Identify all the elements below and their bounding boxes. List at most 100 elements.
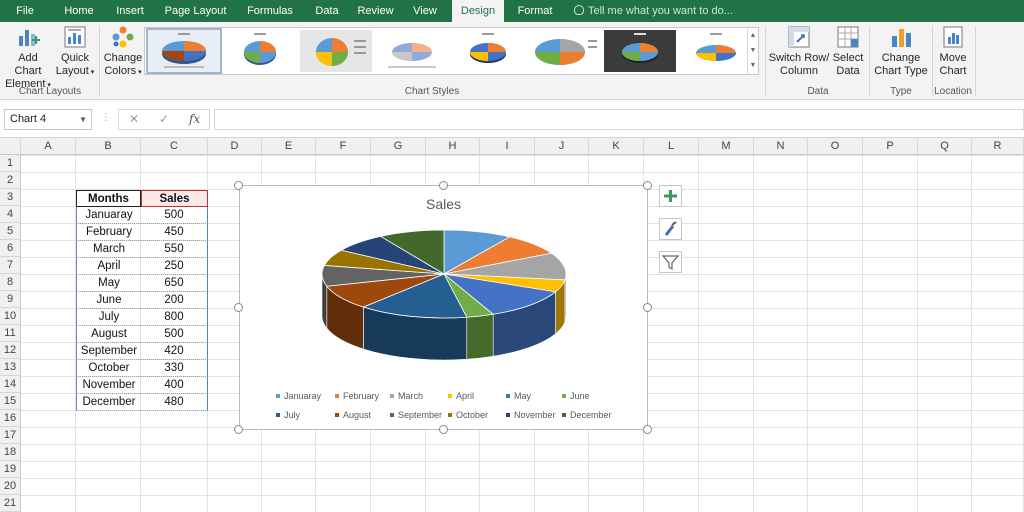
tab-format[interactable]: Format — [506, 0, 564, 22]
column-header-p[interactable]: P — [863, 138, 918, 155]
month-cell[interactable]: June — [76, 292, 141, 309]
legend-item-november[interactable]: November — [506, 410, 556, 420]
legend-item-april[interactable]: April — [448, 391, 474, 401]
column-header-k[interactable]: K — [589, 138, 644, 155]
legend-item-december[interactable]: December — [562, 410, 612, 420]
row-header-17[interactable]: 17 — [0, 427, 21, 444]
move-chart-button[interactable]: Move Chart — [935, 24, 971, 78]
month-cell[interactable]: December — [76, 394, 141, 411]
insert-function-icon[interactable]: fx — [189, 112, 200, 126]
gallery-scroll-down-icon[interactable]: ▼ — [748, 43, 758, 58]
chart-elements-button[interactable] — [659, 185, 682, 207]
resize-handle-bottom[interactable] — [439, 425, 448, 434]
enter-icon[interactable]: ✓ — [159, 112, 169, 126]
sales-cell[interactable]: 800 — [141, 309, 208, 326]
column-header-d[interactable]: D — [208, 138, 262, 155]
chart-style-7[interactable] — [604, 30, 676, 72]
row-header-8[interactable]: 8 — [0, 274, 21, 291]
chart-style-3[interactable] — [300, 30, 372, 72]
legend-item-october[interactable]: October — [448, 410, 488, 420]
chart-style-5[interactable] — [452, 30, 524, 72]
tab-file[interactable]: File — [0, 0, 50, 22]
row-header-9[interactable]: 9 — [0, 291, 21, 308]
resize-handle-right[interactable] — [643, 303, 652, 312]
row-header-5[interactable]: 5 — [0, 223, 21, 240]
chart-style-4[interactable] — [376, 30, 448, 72]
month-cell[interactable]: May — [76, 275, 141, 292]
column-header-o[interactable]: O — [808, 138, 863, 155]
tab-page-layout[interactable]: Page Layout — [158, 0, 233, 22]
column-header-l[interactable]: L — [644, 138, 699, 155]
row-header-7[interactable]: 7 — [0, 257, 21, 274]
quick-layout-button[interactable]: Quick Layout ▾ — [54, 24, 96, 79]
month-cell[interactable]: March — [76, 241, 141, 258]
sales-cell[interactable]: 450 — [141, 224, 208, 241]
month-cell[interactable]: Januaray — [76, 207, 141, 224]
tab-home[interactable]: Home — [53, 0, 105, 22]
month-cell[interactable]: April — [76, 258, 141, 275]
sales-cell[interactable]: 330 — [141, 360, 208, 377]
resize-handle-top-right[interactable] — [643, 181, 652, 190]
legend-item-february[interactable]: February — [335, 391, 379, 401]
row-header-18[interactable]: 18 — [0, 444, 21, 461]
column-header-e[interactable]: E — [262, 138, 316, 155]
switch-row-column-button[interactable]: Switch Row/ Column — [768, 24, 830, 78]
chart-styles-button[interactable] — [659, 218, 682, 240]
tab-view[interactable]: View — [404, 0, 446, 22]
legend-item-august[interactable]: August — [335, 410, 371, 420]
name-box[interactable]: Chart 4 ▼ — [4, 109, 92, 130]
row-header-14[interactable]: 14 — [0, 376, 21, 393]
resize-handle-bottom-left[interactable] — [234, 425, 243, 434]
header-cell-months[interactable]: Months — [76, 190, 141, 207]
column-header-m[interactable]: M — [699, 138, 754, 155]
row-header-1[interactable]: 1 — [0, 155, 21, 172]
drag-handle-icon[interactable]: ⋮ — [101, 112, 111, 123]
resize-handle-left[interactable] — [234, 303, 243, 312]
sales-cell[interactable]: 250 — [141, 258, 208, 275]
month-cell[interactable]: October — [76, 360, 141, 377]
select-data-button[interactable]: Select Data — [831, 24, 865, 78]
month-cell[interactable]: July — [76, 309, 141, 326]
tab-formulas[interactable]: Formulas — [236, 0, 304, 22]
row-header-11[interactable]: 11 — [0, 325, 21, 342]
row-header-15[interactable]: 15 — [0, 393, 21, 410]
column-header-i[interactable]: I — [480, 138, 535, 155]
legend-item-may[interactable]: May — [506, 391, 531, 401]
column-header-j[interactable]: J — [535, 138, 589, 155]
row-header-6[interactable]: 6 — [0, 240, 21, 257]
sales-cell[interactable]: 550 — [141, 241, 208, 258]
tab-insert[interactable]: Insert — [107, 0, 153, 22]
chevron-down-icon[interactable]: ▼ — [79, 110, 87, 129]
month-cell[interactable]: November — [76, 377, 141, 394]
legend-item-july[interactable]: July — [276, 410, 300, 420]
row-header-12[interactable]: 12 — [0, 342, 21, 359]
column-header-c[interactable]: C — [141, 138, 208, 155]
column-header-f[interactable]: F — [316, 138, 371, 155]
tab-review[interactable]: Review — [351, 0, 400, 22]
row-header-21[interactable]: 21 — [0, 495, 21, 512]
change-chart-type-button[interactable]: Change Chart Type — [872, 24, 930, 78]
row-header-4[interactable]: 4 — [0, 206, 21, 223]
chart-style-8[interactable] — [680, 30, 752, 72]
legend-item-june[interactable]: June — [562, 391, 590, 401]
row-header-16[interactable]: 16 — [0, 410, 21, 427]
column-header-n[interactable]: N — [754, 138, 808, 155]
month-cell[interactable]: February — [76, 224, 141, 241]
chart-style-6[interactable] — [528, 30, 600, 72]
tell-me-box[interactable]: Tell me what you want to do... — [574, 0, 733, 22]
chart-filters-button[interactable] — [659, 251, 682, 273]
sales-cell[interactable]: 400 — [141, 377, 208, 394]
tab-data[interactable]: Data — [308, 0, 346, 22]
row-header-20[interactable]: 20 — [0, 478, 21, 495]
chart-style-2[interactable] — [224, 30, 296, 72]
chart-style-1[interactable] — [146, 28, 222, 74]
sales-pie-chart[interactable]: Sales Januaray February March April May June J… — [239, 185, 648, 430]
header-cell-sales[interactable]: Sales — [141, 190, 208, 207]
column-header-h[interactable]: H — [426, 138, 480, 155]
formula-input[interactable] — [214, 109, 1024, 130]
resize-handle-top[interactable] — [439, 181, 448, 190]
row-header-19[interactable]: 19 — [0, 461, 21, 478]
column-header-a[interactable]: A — [21, 138, 76, 155]
resize-handle-top-left[interactable] — [234, 181, 243, 190]
add-chart-element-button[interactable]: Add Chart Element ▾ — [4, 24, 52, 92]
